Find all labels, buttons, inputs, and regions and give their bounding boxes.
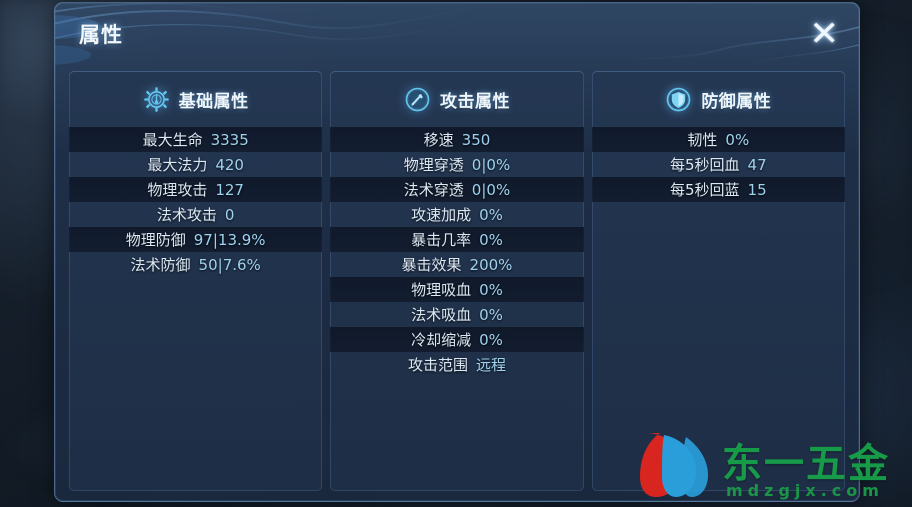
stat-label: 攻速加成 [411,206,472,224]
stat-label: 最大法力 [147,156,208,174]
close-button[interactable]: ✕ [801,11,847,57]
table-row: 物理穿透 0|0% [330,152,583,177]
dialog-titlebar: 属性 ✕ [55,3,859,67]
page-title: 属性 [79,23,123,47]
stat-label: 法术穿透 [403,181,464,199]
stat-label: 法术吸血 [411,306,472,324]
column-defense-attributes: 防御属性 韧性 0% 每5秒回血 47 每5秒回蓝 15 [591,71,845,491]
stat-label: 暴击几率 [411,231,472,249]
stat-label: 法术防御 [130,256,191,274]
stat-label: 每5秒回血 [670,156,740,174]
stat-value: 0% [479,305,503,324]
table-row: 法术穿透 0|0% [330,177,584,202]
stat-rows: 移速 350 物理穿透 0|0% 法术穿透 0|0% 攻速加成 0% 暴击几率 … [330,127,584,377]
stat-value: 0|0% [471,180,511,199]
stat-value: 远程 [475,356,506,374]
column-header: 基础属性 [69,71,322,127]
stat-value: 50|7.6% [198,255,261,274]
column-attack-attributes: 攻击属性 移速 350 物理穿透 0|0% 法术穿透 0|0% 攻速加成 0% … [330,71,584,491]
table-row: 攻速加成 0% [330,202,583,227]
stat-label: 攻击范围 [407,356,468,374]
attributes-dialog: 属性 ✕ 基础属性 最大生命 3335 最大法力 420 物理攻击 127 法术… [54,2,860,502]
stat-value: 127 [215,180,244,199]
sword-circle-icon [405,87,430,111]
column-title: 攻击属性 [439,91,510,112]
shield-circle-icon [667,87,691,111]
game-screen: 属性 ✕ 基础属性 最大生命 3335 最大法力 420 物理攻击 127 法术… [0,0,912,507]
table-row: 攻击范围 远程 [330,352,583,377]
stat-value: 0% [479,330,503,349]
stat-label: 韧性 [687,131,718,149]
column-title: 防御属性 [701,91,772,112]
stat-value: 0% [479,280,503,299]
table-row: 法术攻击 0 [69,202,322,227]
column-header: 攻击属性 [330,71,583,127]
table-row: 法术吸血 0% [330,302,583,327]
stat-label: 物理防御 [125,231,186,249]
stat-value: 15 [747,180,767,199]
stat-rows: 最大生命 3335 最大法力 420 物理攻击 127 法术攻击 0 物理防御 … [69,127,323,277]
stat-value: 350 [461,130,491,149]
table-row: 法术防御 50|7.6% [69,252,322,277]
stat-label: 最大生命 [142,131,203,149]
table-row: 暴击几率 0% [330,227,584,252]
table-row: 每5秒回蓝 15 [591,177,845,202]
table-row: 冷却缩减 0% [330,327,584,352]
stat-value: 97|13.9% [193,230,266,249]
stat-value: 0% [479,230,503,249]
table-row: 暴击效果 200% [330,252,583,277]
stat-value: 0% [479,205,503,224]
gear-compass-icon [143,86,169,112]
stat-label: 暴击效果 [401,256,462,274]
attribute-columns: 基础属性 最大生命 3335 最大法力 420 物理攻击 127 法术攻击 0 … [69,71,845,491]
stat-label: 法术攻击 [156,206,217,224]
column-basic-attributes: 基础属性 最大生命 3335 最大法力 420 物理攻击 127 法术攻击 0 … [69,71,323,491]
stat-label: 冷却缩减 [411,331,472,349]
table-row: 物理攻击 127 [69,177,323,202]
table-row: 每5秒回血 47 [592,152,845,177]
stat-label: 物理攻击 [147,181,208,199]
stat-label: 物理穿透 [403,156,464,174]
stat-value: 0% [725,130,750,149]
stat-label: 物理吸血 [411,281,472,299]
stat-rows: 韧性 0% 每5秒回血 47 每5秒回蓝 15 [591,127,845,202]
stat-label: 移速 [423,131,454,149]
column-title: 基础属性 [178,91,249,112]
table-row: 移速 350 [330,127,584,152]
close-icon: ✕ [809,14,839,54]
stat-value: 420 [215,155,244,174]
column-header: 防御属性 [592,71,845,127]
stat-value: 200% [469,255,513,274]
stat-value: 0|0% [471,155,511,174]
table-row: 物理防御 97|13.9% [69,227,323,252]
stat-label: 每5秒回蓝 [670,181,740,199]
table-row: 最大法力 420 [69,152,322,177]
table-row: 韧性 0% [591,127,845,152]
table-row: 物理吸血 0% [330,277,584,302]
stat-value: 0 [224,205,235,224]
stat-value: 3335 [210,130,249,149]
table-row: 最大生命 3335 [69,127,323,152]
stat-value: 47 [747,155,767,174]
